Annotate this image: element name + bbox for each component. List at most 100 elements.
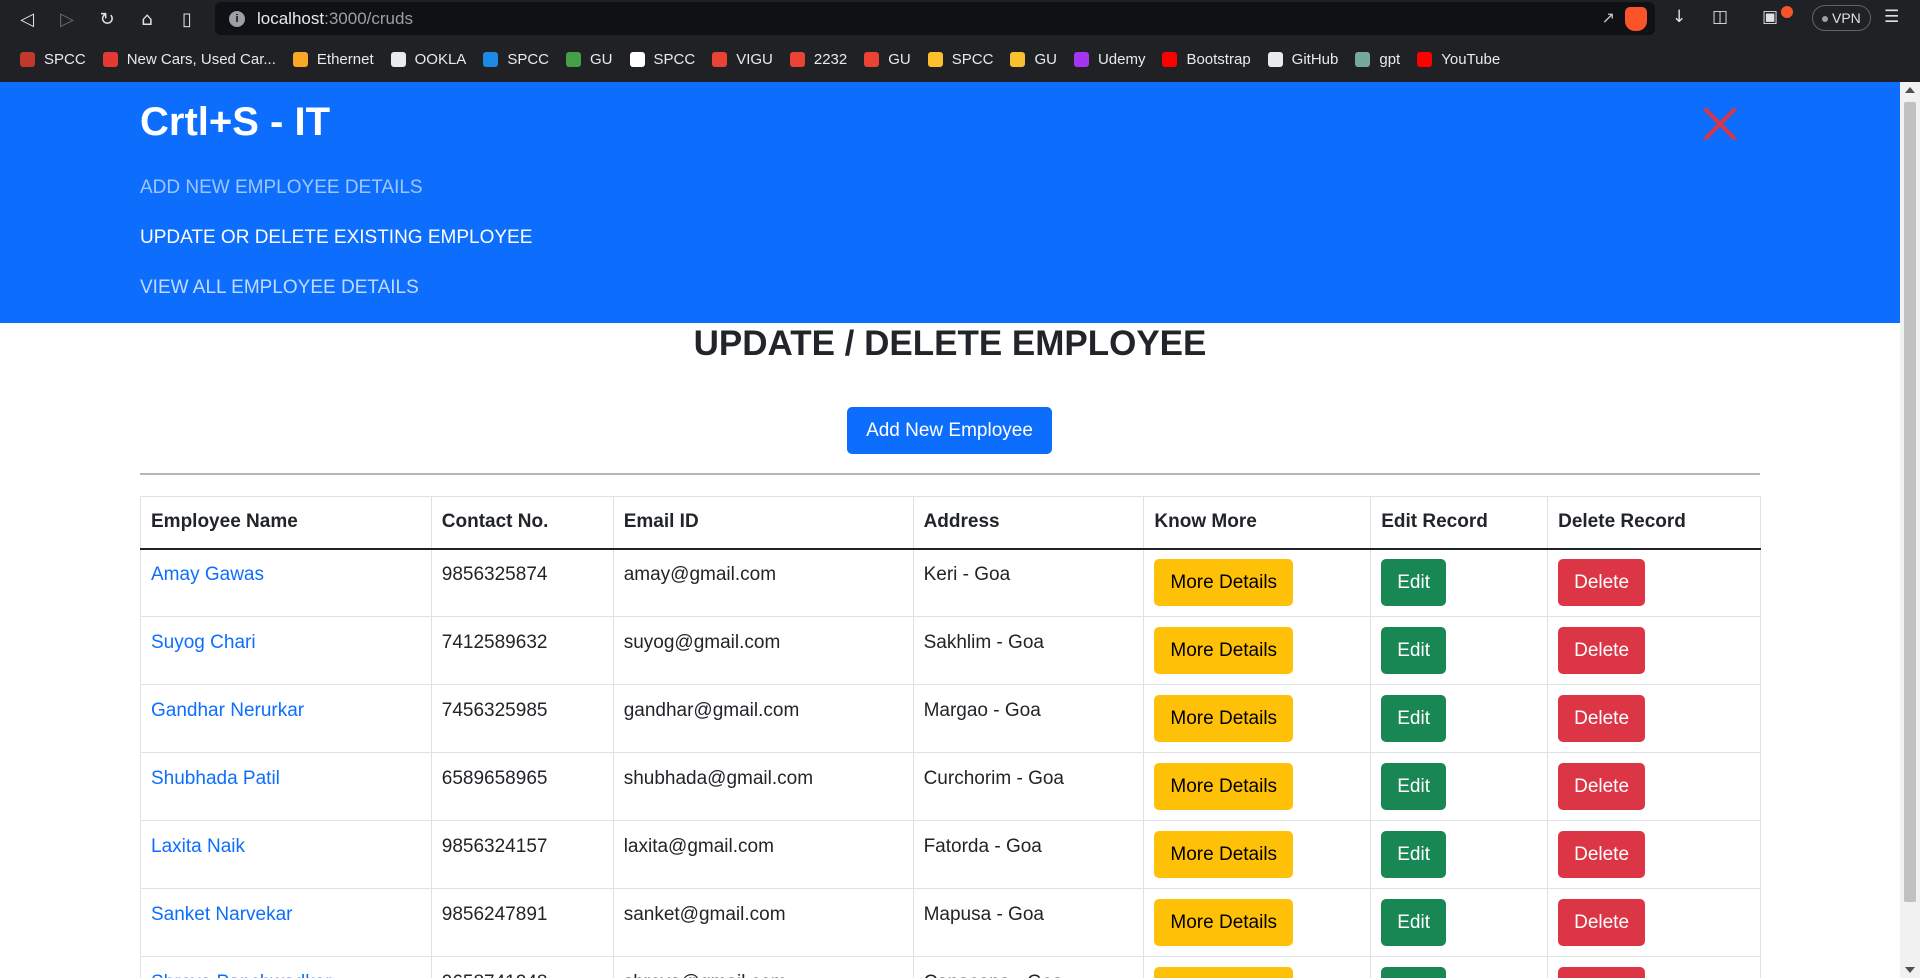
edit-button[interactable]: Edit	[1381, 899, 1446, 946]
url-text[interactable]: localhost:3000/cruds	[257, 9, 413, 29]
header-delete-record: Delete Record	[1547, 496, 1761, 550]
more-details-button[interactable]: More Details	[1154, 763, 1294, 810]
bookmark-item[interactable]: 2232	[789, 50, 848, 68]
header-address: Address	[912, 496, 1145, 550]
nav-link-view-employees[interactable]: VIEW ALL EMPLOYEE DETAILS	[140, 277, 419, 299]
close-icon[interactable]	[1700, 104, 1740, 144]
more-details-button[interactable]: More Details	[1154, 899, 1294, 946]
edit-button[interactable]: Edit	[1381, 831, 1446, 878]
sidebar-icon[interactable]: ◫	[1712, 7, 1728, 27]
bookmark-label: OOKLA	[414, 50, 467, 68]
reload-icon[interactable]: ↻	[94, 6, 120, 32]
bookmark-item[interactable]: GU	[566, 51, 613, 68]
more-details-button[interactable]: More Details	[1154, 967, 1294, 978]
bookmark-item[interactable]: GitHub	[1267, 51, 1338, 68]
bookmark-item[interactable]: Ethernet	[292, 51, 374, 68]
table-row: Shubhada Patil 6589658965 shubhada@gmail.c…	[140, 752, 1761, 821]
edit-button[interactable]: Edit	[1381, 559, 1446, 607]
page-scrollbar[interactable]	[1900, 82, 1920, 978]
cell-know-more: More Details	[1143, 616, 1372, 685]
forward-icon[interactable]: ▷	[54, 6, 80, 32]
vpn-status-dot	[1822, 16, 1828, 23]
edit-button[interactable]: Edit	[1381, 627, 1446, 674]
cell-employee-name: Sanket Narvekar	[140, 888, 432, 957]
address: Canacona - Goa	[924, 972, 1063, 978]
more-details-button[interactable]: More Details	[1154, 695, 1294, 742]
bookmark-item[interactable]: SPCC	[629, 51, 695, 68]
bookmark-favicon-icon	[1417, 51, 1433, 67]
bookmark-icon[interactable]: ▯	[174, 6, 200, 32]
bookmark-item[interactable]: SPCC	[20, 51, 86, 68]
table-row: Gandhar Nerurkar 7456325985 gandhar@gmail.…	[140, 684, 1761, 753]
home-icon[interactable]: ⌂	[134, 6, 160, 32]
cell-address: Keri - Goa	[912, 548, 1145, 617]
menu-icon[interactable]: ☰	[1884, 7, 1899, 27]
cell-know-more: More Details	[1143, 684, 1372, 753]
cell-email: sanket@gmail.com	[612, 888, 914, 957]
delete-button[interactable]: Delete	[1558, 899, 1646, 946]
bookmark-favicon-icon	[1010, 51, 1026, 67]
cell-employee-name: Gandhar Nerurkar	[140, 684, 432, 753]
url-path: :3000/cruds	[324, 9, 413, 28]
bookmark-label: 2232	[813, 50, 848, 68]
address: Curchorim - Goa	[923, 767, 1064, 789]
brand-title[interactable]: Crtl+S - IT	[140, 100, 330, 145]
address-bar[interactable]: i localhost:3000/cruds ↗	[215, 2, 1655, 35]
cell-employee-name: Laxita Naik	[140, 820, 432, 889]
address: Sakhlim - Goa	[923, 631, 1044, 653]
delete-button[interactable]: Delete	[1558, 559, 1646, 607]
scroll-up-icon[interactable]	[1905, 87, 1915, 93]
bookmark-item[interactable]: VIGU	[712, 51, 773, 68]
bookmark-favicon-icon	[927, 51, 943, 67]
employee-name-link[interactable]: Shubhada Patil	[151, 768, 280, 789]
bookmark-item[interactable]: GU	[864, 51, 911, 68]
more-details-button[interactable]: More Details	[1154, 627, 1294, 674]
cell-know-more: More Details	[1143, 548, 1372, 617]
employee-name-link[interactable]: Shreya Panchwadkar	[151, 972, 332, 978]
edit-button[interactable]: Edit	[1381, 967, 1446, 978]
cell-edit: Edit	[1370, 956, 1549, 978]
bookmark-item[interactable]: New Cars, Used Car...	[102, 51, 276, 68]
cell-contact: 7412589632	[430, 616, 614, 685]
delete-button[interactable]: Delete	[1558, 627, 1646, 674]
bookmark-item[interactable]: SPCC	[483, 51, 549, 68]
bookmark-item[interactable]: gpt	[1355, 51, 1400, 68]
wallet-icon[interactable]: ▣	[1762, 7, 1778, 27]
cell-edit: Edit	[1370, 684, 1549, 753]
share-icon[interactable]: ↗	[1602, 8, 1615, 28]
bookmark-item[interactable]: Bootstrap	[1162, 51, 1251, 68]
delete-button[interactable]: Delete	[1558, 967, 1646, 978]
cell-email: suyog@gmail.com	[612, 616, 914, 685]
employee-name-link[interactable]: Amay Gawas	[151, 564, 264, 585]
more-details-button[interactable]: More Details	[1154, 559, 1294, 607]
employee-name-link[interactable]: Sanket Narvekar	[151, 904, 293, 925]
bookmark-item[interactable]: YouTube	[1417, 51, 1500, 68]
vpn-button[interactable]: VPN	[1812, 5, 1871, 31]
employee-name-link[interactable]: Suyog Chari	[151, 632, 256, 653]
delete-button[interactable]: Delete	[1558, 695, 1646, 742]
edit-button[interactable]: Edit	[1381, 763, 1446, 810]
delete-button[interactable]: Delete	[1558, 831, 1646, 878]
edit-button[interactable]: Edit	[1381, 695, 1446, 742]
brave-shields-icon[interactable]	[1625, 7, 1647, 31]
employee-name-link[interactable]: Laxita Naik	[151, 836, 245, 857]
bookmark-item[interactable]: OOKLA	[390, 50, 467, 68]
site-info-icon[interactable]: i	[229, 11, 245, 27]
more-details-button[interactable]: More Details	[1154, 831, 1294, 878]
table-row: Shreya Panchwadkar 9658741248 shreya@gmail…	[140, 956, 1761, 978]
cell-delete: Delete	[1547, 752, 1761, 821]
bookmark-item[interactable]: Udemy	[1073, 51, 1145, 68]
scroll-down-icon[interactable]	[1905, 967, 1915, 973]
delete-button[interactable]: Delete	[1558, 763, 1646, 810]
nav-link-add-employee[interactable]: ADD NEW EMPLOYEE DETAILS	[140, 177, 423, 199]
bookmark-item[interactable]: GU	[1010, 51, 1057, 68]
nav-link-update-delete-employee[interactable]: UPDATE OR DELETE EXISTING EMPLOYEE	[140, 227, 532, 249]
bookmark-item[interactable]: SPCC	[927, 51, 993, 68]
cell-delete: Delete	[1547, 820, 1761, 889]
address: Mapusa - Goa	[923, 903, 1044, 925]
add-new-employee-button[interactable]: Add New Employee	[847, 407, 1052, 454]
download-icon[interactable]: ↓	[1672, 7, 1686, 27]
scroll-thumb[interactable]	[1904, 102, 1916, 902]
back-icon[interactable]: ◁	[14, 6, 40, 32]
employee-name-link[interactable]: Gandhar Nerurkar	[151, 700, 304, 721]
